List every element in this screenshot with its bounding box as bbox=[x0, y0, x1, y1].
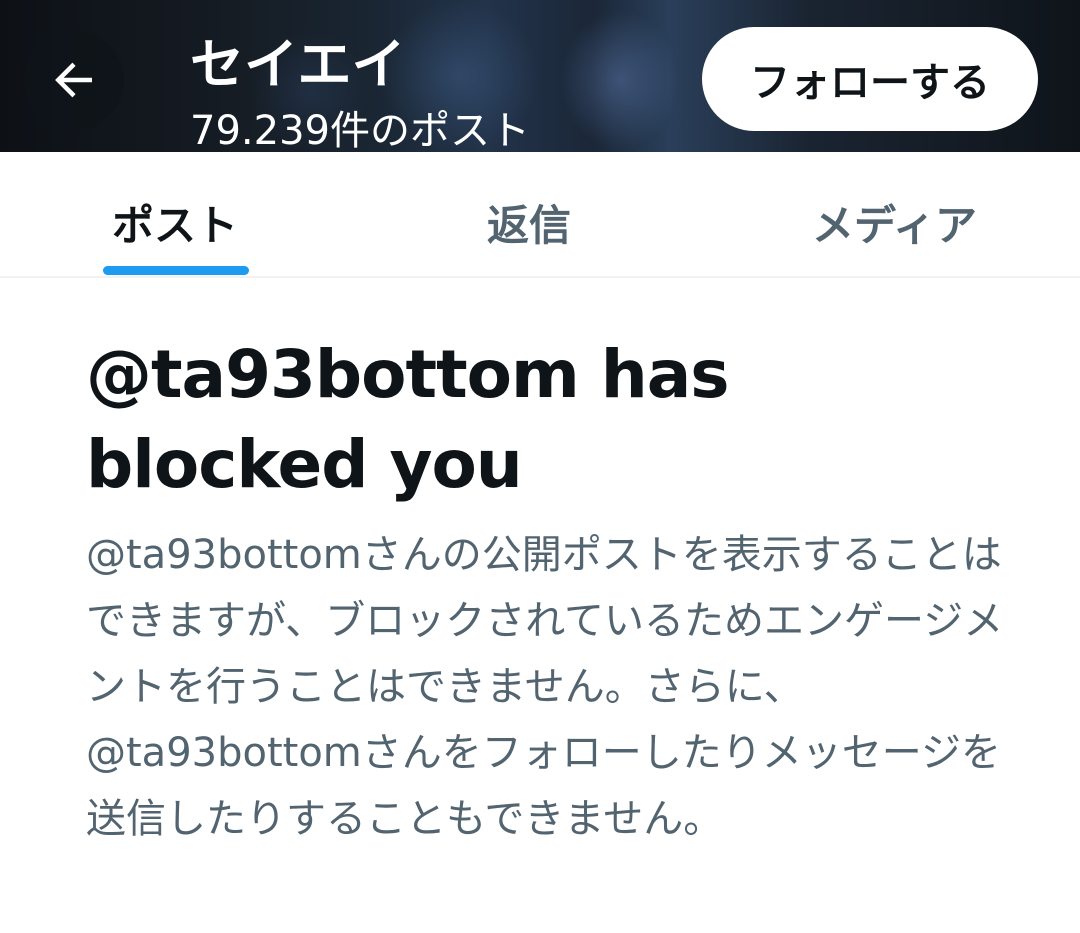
arrow-left-icon bbox=[55, 62, 92, 98]
post-count: 79.239件のポスト bbox=[190, 108, 530, 152]
profile-tabs: ポスト 返信 メディア bbox=[0, 152, 1080, 278]
active-tab-indicator bbox=[103, 266, 249, 275]
profile-header-banner: セイエイ 79.239件のポスト フォローする bbox=[0, 0, 1080, 152]
follow-button[interactable]: フォローする bbox=[702, 27, 1038, 131]
back-button[interactable] bbox=[24, 30, 124, 130]
profile-name: セイエイ bbox=[190, 33, 406, 96]
tab-media[interactable]: メディア bbox=[812, 192, 977, 253]
tab-posts[interactable]: ポスト bbox=[112, 192, 238, 253]
blocked-message: @ta93bottom has blocked you @ta93bottomさ… bbox=[86, 330, 1006, 852]
tab-replies[interactable]: 返信 bbox=[487, 192, 571, 253]
banner-image-blur bbox=[560, 10, 680, 150]
blocked-title: @ta93bottom has blocked you bbox=[86, 336, 730, 503]
blocked-description: @ta93bottomさんの公開ポストを表示することはできますが、ブロックされて… bbox=[86, 532, 1004, 842]
